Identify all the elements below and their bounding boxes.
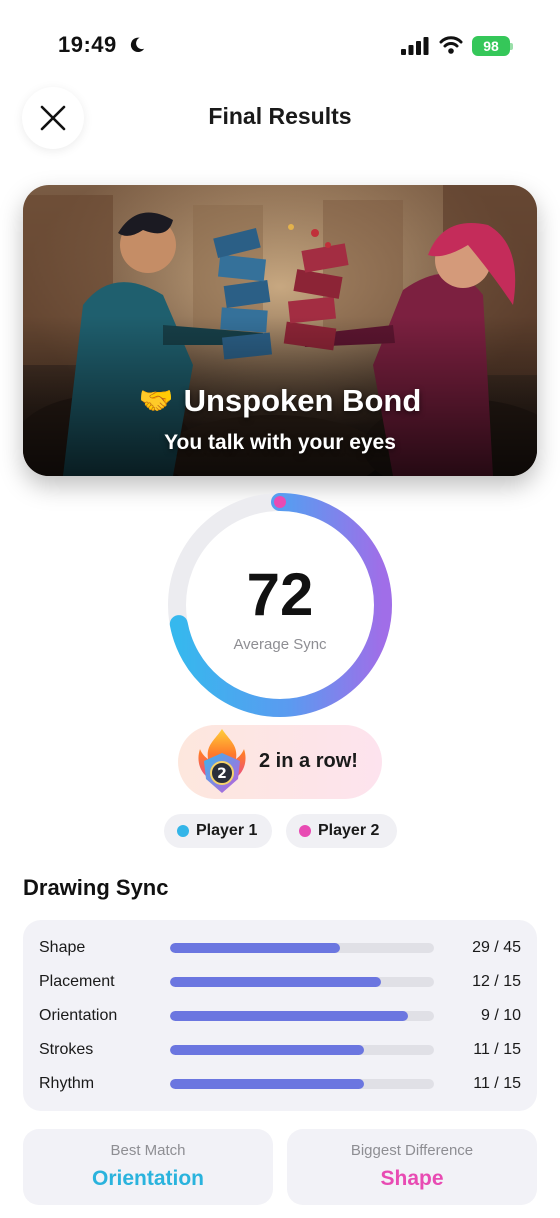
stat-row-shape: Shape 29 / 45 [23,931,537,965]
drawing-sync-card: Shape 29 / 45 Placement 12 / 15 Orientat… [23,920,537,1111]
stat-value: 29 / 45 [472,939,521,956]
handshake-icon: 🤝 [138,385,174,416]
best-match-card: Best Match Orientation [23,1129,273,1205]
stat-label: Placement [39,973,115,990]
stat-label: Strokes [39,1041,94,1058]
stat-bar-track [170,1079,434,1089]
player-2-chip[interactable]: Player 2 [286,814,397,848]
wifi-icon [439,36,463,54]
stat-bar-track [170,1011,434,1021]
stat-row-orientation: Orientation 9 / 10 [23,999,537,1033]
status-bar: 19:49 98 [0,0,560,90]
stat-bar-fill [170,1045,364,1055]
stat-value: 9 / 10 [480,1007,521,1024]
hero-title: Unspoken Bond [183,383,422,418]
moon-icon [130,37,145,53]
stat-bar-track [170,977,434,987]
stat-label: Rhythm [39,1075,95,1092]
stat-row-rhythm: Rhythm 11 / 15 [23,1067,537,1101]
player-1-color-dot [177,825,189,837]
player-2-color-dot [299,825,311,837]
player-1-chip[interactable]: Player 1 [164,814,272,848]
status-time: 19:49 [58,32,117,57]
average-sync-score: 72 [246,561,314,628]
battery-indicator: 98 [472,36,510,56]
battery-level: 98 [483,38,499,54]
stat-label: Orientation [39,1007,118,1024]
streak-pill: 2 2 in a row! [178,725,382,799]
stat-value: 11 / 15 [473,1041,521,1058]
player-2-label: Player 2 [318,822,380,839]
drawing-sync-title: Drawing Sync [23,875,169,900]
cellular-signal-icon [401,37,429,55]
biggest-difference-label: Biggest Difference [350,1142,474,1159]
streak-text: 2 in a row! [259,750,358,772]
stat-bar-fill [170,977,382,987]
hero-title-row: 🤝 Unspoken Bond [23,383,537,419]
page-title: Final Results [208,103,352,129]
battery-tip [510,43,513,50]
stat-bar-fill [170,1011,408,1021]
stat-bar-track [170,943,434,953]
best-match-value: Orientation [91,1167,204,1190]
stat-value: 11 / 15 [473,1075,521,1092]
hero-subtitle: You talk with your eyes [164,431,396,454]
stat-row-placement: Placement 12 / 15 [23,965,537,999]
average-sync-label: Average Sync [233,636,327,653]
biggest-difference-card: Biggest Difference Shape [287,1129,537,1205]
stat-value: 12 / 15 [472,973,521,990]
stat-bar-fill [170,943,341,953]
best-match-label: Best Match [110,1142,186,1159]
stat-row-strokes: Strokes 11 / 15 [23,1033,537,1067]
player-1-label: Player 1 [196,822,258,839]
flame-badge-icon: 2 [198,729,246,793]
ring-start-marker [274,496,286,508]
stat-bar-fill [170,1079,364,1089]
stat-bar-track [170,1045,434,1055]
streak-badge-number: 2 [217,766,227,782]
biggest-difference-value: Shape [380,1167,444,1190]
result-hero-card: 🤝 Unspoken Bond You talk with your eyes [23,185,537,476]
stat-label: Shape [39,939,86,956]
